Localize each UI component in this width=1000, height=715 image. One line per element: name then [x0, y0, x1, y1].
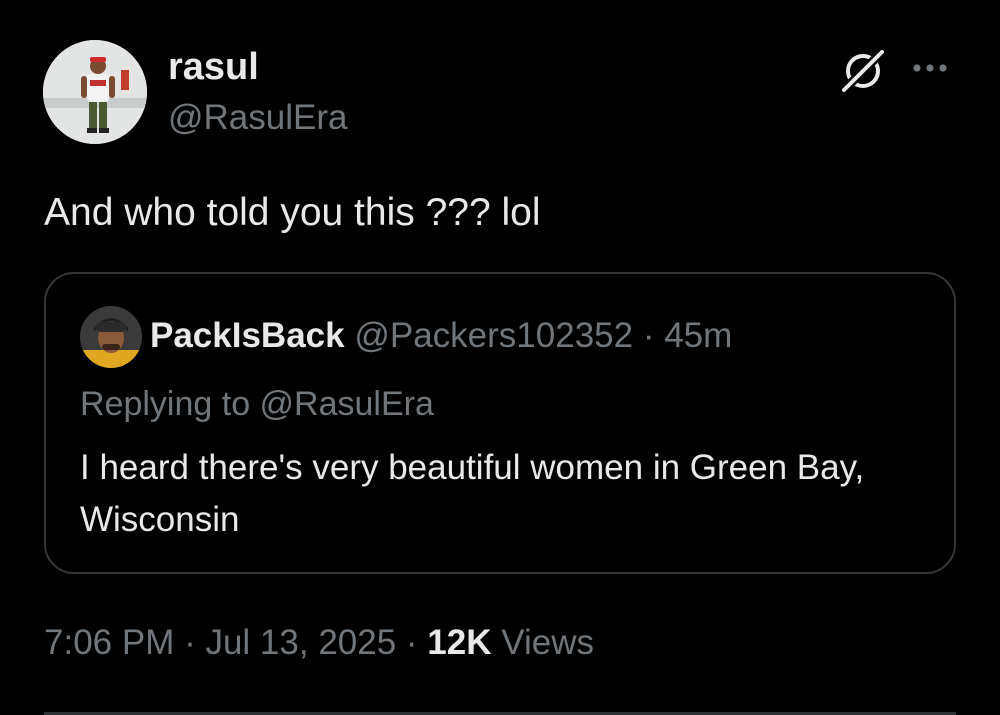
quote-separator: ·	[633, 316, 665, 355]
quote-time[interactable]: 45m	[664, 316, 732, 355]
quote-replying-to: Replying to @RasulEra	[80, 385, 434, 423]
tweet-text: And who told you this ??? lol	[44, 191, 541, 234]
avatar-photo-icon	[43, 40, 147, 144]
views-count: 12K	[427, 623, 492, 662]
meta-separator: ·	[174, 623, 206, 662]
tweet-time[interactable]: 7:06 PM	[44, 623, 174, 662]
tweet-date[interactable]: Jul 13, 2025	[205, 623, 396, 662]
quote-avatar-photo-icon	[80, 306, 142, 368]
tweet-detail: rasul @RasulEra And who told you this ??…	[0, 0, 1000, 715]
quote-author-handle[interactable]: @Packers102352	[354, 316, 633, 355]
author-name[interactable]: rasul	[168, 44, 259, 90]
quoted-tweet-card[interactable]: PackIsBack @Packers102352 · 45m Replying…	[44, 272, 956, 574]
views-label: Views	[501, 623, 594, 662]
quote-author-avatar[interactable]	[80, 306, 142, 368]
quote-header: PackIsBack @Packers102352 · 45m	[150, 314, 732, 358]
more-options-icon[interactable]	[905, 56, 955, 80]
author-avatar[interactable]	[43, 40, 147, 144]
grok-icon[interactable]	[838, 46, 888, 96]
tweet-meta: 7:06 PM · Jul 13, 2025 · 12K Views	[44, 620, 594, 666]
author-handle[interactable]: @RasulEra	[168, 96, 347, 140]
quote-author-name[interactable]: PackIsBack	[150, 316, 345, 355]
meta-separator: ·	[396, 623, 428, 662]
quote-text: I heard there's very beautiful women in …	[80, 448, 865, 539]
